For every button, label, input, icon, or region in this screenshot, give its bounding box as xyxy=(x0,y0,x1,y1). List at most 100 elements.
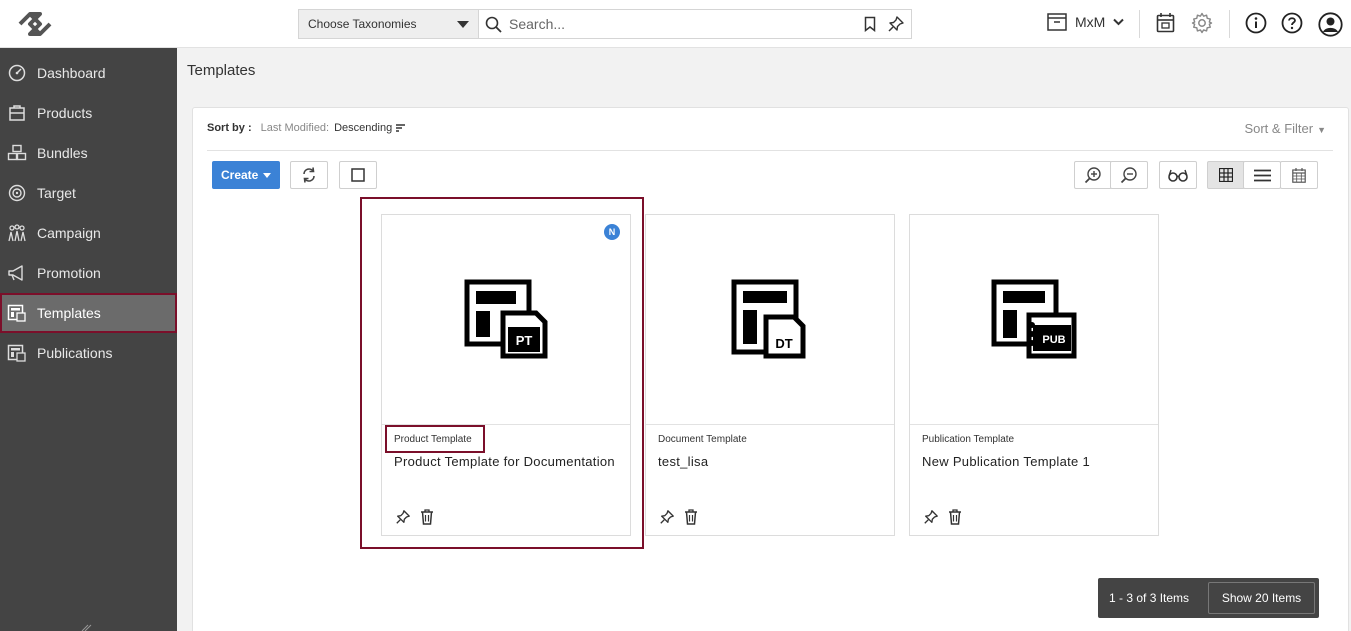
trash-icon[interactable] xyxy=(684,509,698,525)
card-name[interactable]: Product Template for Documentation xyxy=(394,452,626,471)
sidebar-item-label: Dashboard xyxy=(37,65,106,81)
sidebar-item-label: Target xyxy=(37,185,76,201)
template-card[interactable]: DT Document Template test_lisa xyxy=(645,214,895,536)
sidebar-item-promotion[interactable]: Promotion xyxy=(0,253,177,293)
resize-handle-icon[interactable] xyxy=(80,623,92,631)
sort-order-icon[interactable] xyxy=(396,124,406,132)
workspace-selector[interactable]: MxM xyxy=(1047,13,1125,31)
sidebar-item-publications[interactable]: Publications xyxy=(0,333,177,373)
template-card[interactable]: N PT Product Template Product Template f… xyxy=(381,214,631,536)
sort-filter-label: Sort & Filter xyxy=(1244,121,1314,136)
target-icon xyxy=(8,184,26,202)
app-logo[interactable] xyxy=(16,9,54,39)
sidebar-item-label: Bundles xyxy=(37,145,88,161)
sidebar-item-label: Publications xyxy=(37,345,113,361)
sort-label: Sort by : xyxy=(207,122,252,134)
search-input[interactable] xyxy=(509,14,829,34)
card-name[interactable]: test_lisa xyxy=(658,452,890,471)
sidebar-item-campaign[interactable]: Campaign xyxy=(0,213,177,253)
zoom-out-icon xyxy=(1120,167,1137,184)
publication-template-icon: PUB xyxy=(991,279,1077,359)
search-box xyxy=(478,9,912,39)
pin-icon[interactable] xyxy=(923,509,939,525)
sidebar-item-label: Promotion xyxy=(37,265,101,281)
sort-direction[interactable]: Descending xyxy=(334,122,392,134)
calendar-icon xyxy=(1292,167,1306,183)
zoom-in-icon xyxy=(1084,167,1101,184)
select-all-button[interactable] xyxy=(339,161,377,189)
toolbar-divider xyxy=(1139,10,1140,38)
sidebar-item-bundles[interactable]: Bundles xyxy=(0,133,177,173)
pin-icon[interactable] xyxy=(887,15,905,33)
sidebar-item-products[interactable]: Products xyxy=(0,93,177,133)
user-avatar-icon[interactable] xyxy=(1318,12,1343,37)
sidebar-item-label: Products xyxy=(37,105,93,121)
megaphone-icon xyxy=(8,265,23,281)
card-thumbnail: N PT xyxy=(382,215,630,425)
sort-field[interactable]: Last Modified: xyxy=(261,122,329,134)
glasses-icon xyxy=(1168,169,1188,182)
taxonomy-select-value: Choose Taxonomies xyxy=(308,17,417,31)
grid-view-button[interactable] xyxy=(1207,161,1245,189)
refresh-icon xyxy=(303,167,315,183)
pin-icon[interactable] xyxy=(659,509,675,525)
create-button[interactable]: Create xyxy=(212,161,280,189)
card-type: Publication Template xyxy=(922,434,1015,445)
preview-button[interactable] xyxy=(1159,161,1197,189)
divider xyxy=(207,150,1333,151)
bundles-icon xyxy=(7,144,27,161)
create-button-label: Create xyxy=(221,168,259,182)
svg-text:PUB: PUB xyxy=(1042,334,1065,346)
search-icon xyxy=(485,16,502,33)
document-template-icon: DT xyxy=(731,279,806,359)
chevron-down-icon xyxy=(457,21,469,28)
sidebar-item-target[interactable]: Target xyxy=(0,173,177,213)
trash-icon[interactable] xyxy=(420,509,434,525)
zoom-in-button[interactable] xyxy=(1074,161,1112,189)
product-template-icon: PT xyxy=(464,279,548,359)
templates-icon xyxy=(7,304,26,322)
list-view-button[interactable] xyxy=(1243,161,1281,189)
sort-filter-toggle[interactable]: Sort & Filter ▼ xyxy=(1244,121,1326,136)
calendar-box-icon[interactable] xyxy=(1156,12,1175,34)
card-type: Product Template xyxy=(394,434,472,445)
sidebar-item-label: Campaign xyxy=(37,225,101,241)
sidebar-item-label: Templates xyxy=(37,305,101,321)
zoom-out-button[interactable] xyxy=(1110,161,1148,189)
pin-icon[interactable] xyxy=(395,509,411,525)
card-type: Document Template xyxy=(658,434,747,445)
info-icon[interactable] xyxy=(1245,12,1267,34)
sidebar-item-templates[interactable]: Templates xyxy=(0,293,177,333)
grid-view-icon xyxy=(1219,168,1233,182)
dashboard-icon xyxy=(8,64,26,82)
refresh-button[interactable] xyxy=(290,161,328,189)
template-card[interactable]: PUB Publication Template New Publication… xyxy=(909,214,1159,536)
bookmark-icon[interactable] xyxy=(864,16,876,32)
card-thumbnail: DT xyxy=(646,215,894,425)
page-title: Templates xyxy=(187,62,256,79)
workspace-label: MxM xyxy=(1075,14,1106,30)
help-icon[interactable] xyxy=(1281,12,1303,34)
trash-icon[interactable] xyxy=(948,509,962,525)
sidebar: Dashboard Products Bundles Target Campai… xyxy=(0,48,177,631)
calendar-view-button[interactable] xyxy=(1280,161,1318,189)
gear-icon[interactable] xyxy=(1191,12,1213,34)
card-name[interactable]: New Publication Template 1 xyxy=(922,452,1154,471)
svg-text:DT: DT xyxy=(775,336,792,351)
card-thumbnail: PUB xyxy=(910,215,1158,425)
list-view-icon xyxy=(1253,169,1271,181)
sidebar-item-dashboard[interactable]: Dashboard xyxy=(0,53,177,93)
taxonomy-select[interactable]: Choose Taxonomies xyxy=(298,9,478,39)
products-icon xyxy=(9,105,25,121)
workspace-icon xyxy=(1047,13,1067,31)
pagination-bar: 1 - 3 of 3 Items Show 20 Items xyxy=(1098,578,1319,618)
svg-text:PT: PT xyxy=(516,333,533,348)
publications-icon xyxy=(7,344,26,362)
top-bar: Choose Taxonomies MxM xyxy=(0,0,1351,48)
page-size-button[interactable]: Show 20 Items xyxy=(1208,582,1315,614)
pagination-range: 1 - 3 of 3 Items xyxy=(1109,591,1190,605)
content-panel: Sort by : Last Modified: Descending Sort… xyxy=(192,107,1349,631)
new-badge: N xyxy=(604,224,620,240)
checkbox-icon xyxy=(351,168,365,182)
chevron-down-icon xyxy=(1113,18,1125,26)
